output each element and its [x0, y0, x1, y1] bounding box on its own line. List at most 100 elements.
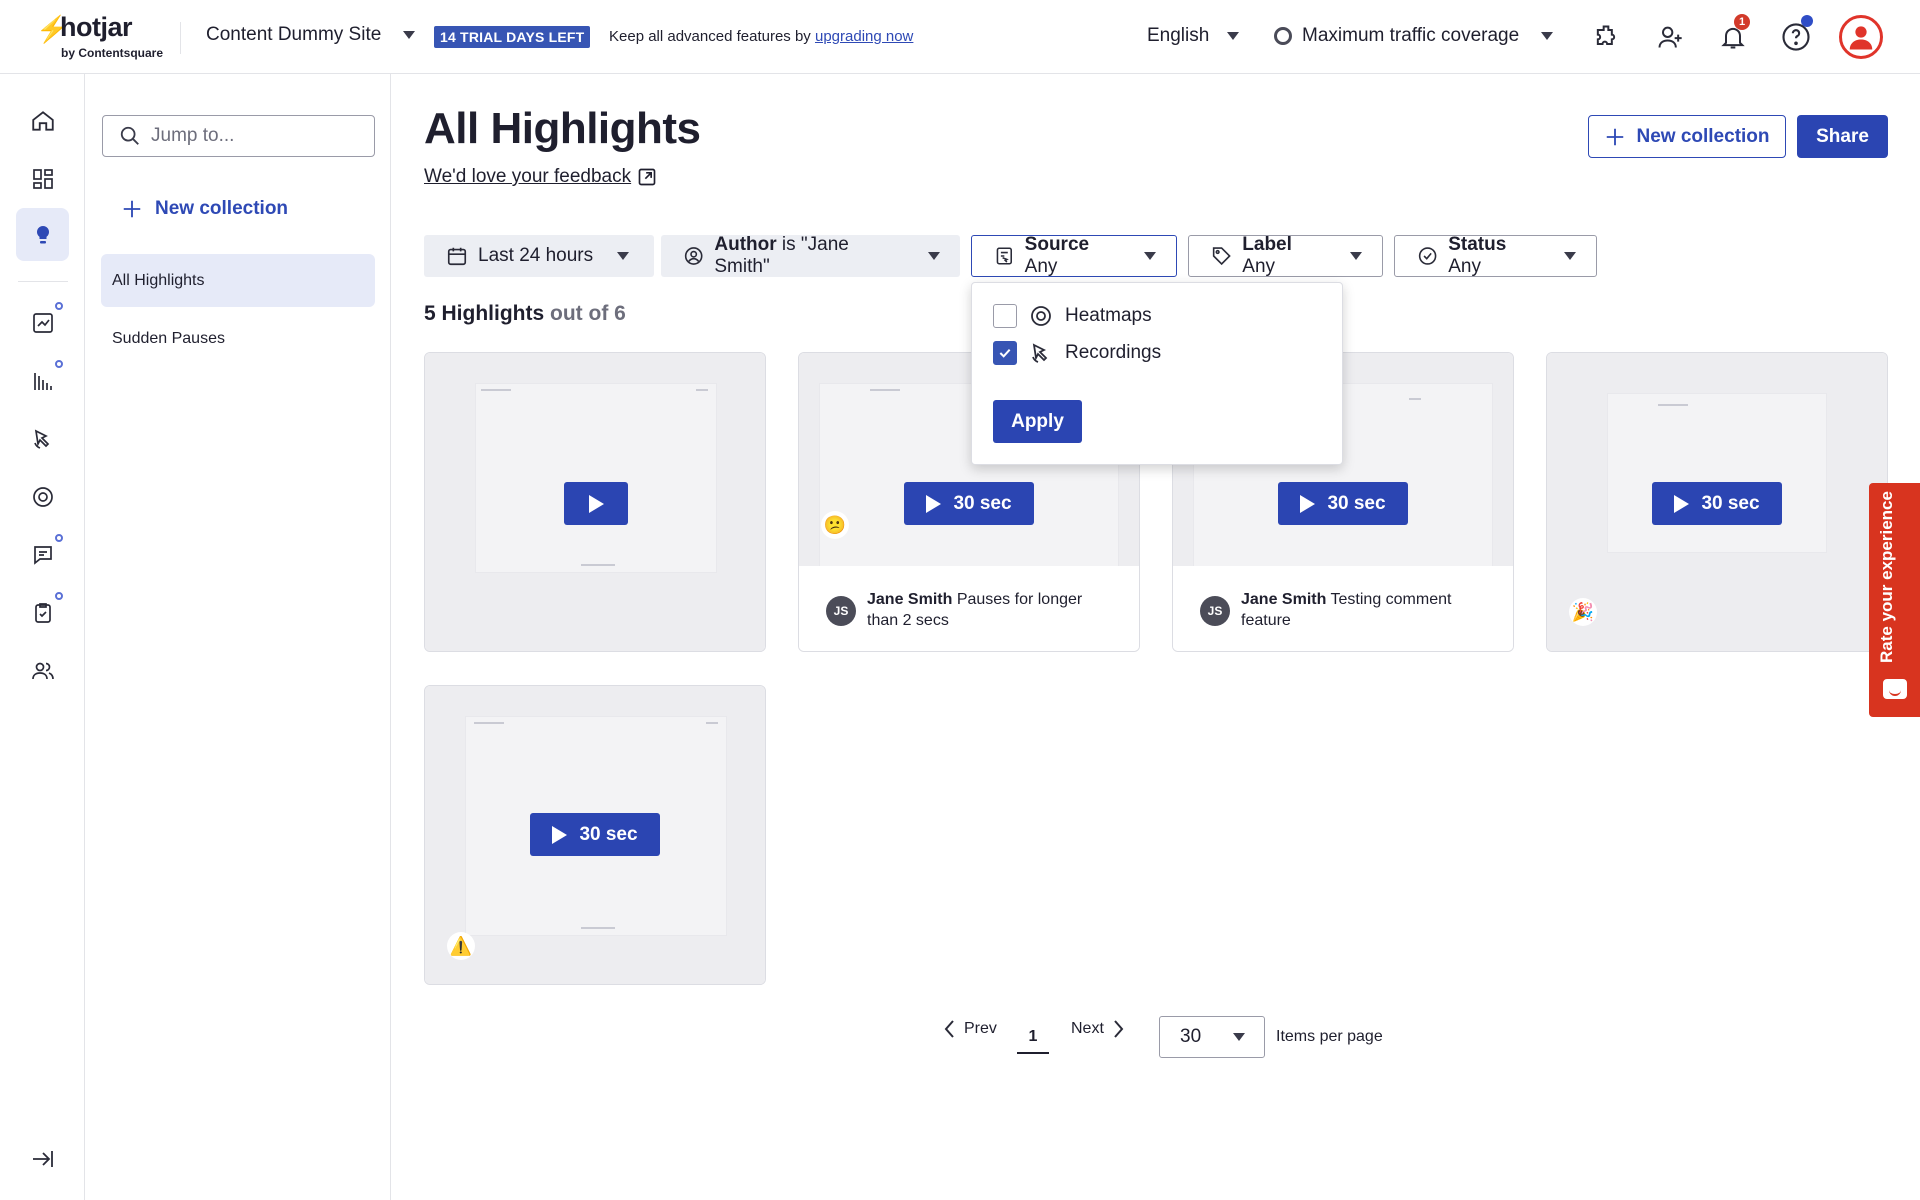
- play-button[interactable]: [564, 482, 628, 525]
- highlight-card[interactable]: [424, 352, 766, 652]
- trends-icon[interactable]: [16, 296, 69, 349]
- hotjar-logo[interactable]: ⚡ hotjar by Contentsquare: [36, 12, 176, 62]
- date-range-filter[interactable]: Last 24 hours: [424, 235, 654, 277]
- nav-separator: [18, 281, 68, 282]
- prev-label: Prev: [964, 1020, 997, 1037]
- funnels-icon[interactable]: [16, 354, 69, 407]
- author-avatar: JS: [1200, 596, 1230, 626]
- source-filter[interactable]: Source Any: [971, 234, 1177, 277]
- next-page-button[interactable]: Next: [1071, 1018, 1126, 1040]
- source-filter-value: Any: [1024, 256, 1058, 277]
- external-link-icon: [638, 168, 656, 186]
- duration-label: 30 sec: [1327, 492, 1386, 514]
- surveys-icon[interactable]: [16, 586, 69, 639]
- per-page-value: 30: [1180, 1026, 1202, 1047]
- source-filter-label: Source: [1024, 234, 1090, 255]
- upgrade-link[interactable]: upgrading now: [815, 28, 913, 45]
- play-button[interactable]: 30 sec: [1278, 482, 1408, 525]
- heatmaps-checkbox[interactable]: [993, 304, 1017, 328]
- author-filter-label: Author: [714, 234, 777, 255]
- collection-all-highlights[interactable]: All Highlights: [101, 254, 375, 307]
- thumbnail-text-line: [696, 389, 708, 391]
- author-filter[interactable]: Author is "Jane Smith": [661, 234, 960, 277]
- collection-sudden-pauses[interactable]: Sudden Pauses: [101, 312, 375, 365]
- notifications-bell-icon[interactable]: 1: [1716, 14, 1750, 54]
- calendar-icon: [447, 247, 467, 266]
- duration-label: 30 sec: [953, 492, 1012, 514]
- user-avatar[interactable]: [1839, 15, 1883, 59]
- home-icon[interactable]: [16, 94, 69, 147]
- duration-label: 30 sec: [1701, 492, 1760, 514]
- new-collection-label: New collection: [155, 198, 289, 219]
- rate-experience-label: Rate your experience: [1877, 491, 1896, 663]
- highlight-card[interactable]: 30 sec 🎉: [1546, 352, 1888, 652]
- highlight-card[interactable]: 30 sec ⚠️: [424, 685, 766, 985]
- label-filter-value: Any: [1242, 256, 1276, 277]
- thumbnail-text-line: [1409, 398, 1421, 400]
- highlights-count-total: out of 6: [550, 302, 626, 325]
- recording-thumbnail: 30 sec ⚠️: [425, 686, 765, 984]
- collapse-sidebar-icon[interactable]: [30, 1148, 56, 1170]
- chevron-left-icon: [944, 1020, 954, 1038]
- play-icon: [1674, 494, 1690, 513]
- share-button[interactable]: Share: [1797, 115, 1888, 158]
- language-selector[interactable]: English: [1147, 25, 1240, 47]
- logo-byline: by Contentsquare: [61, 46, 164, 60]
- author-avatar: JS: [826, 596, 856, 626]
- source-option-recordings[interactable]: Recordings: [993, 341, 1161, 365]
- sidebar-new-collection-button[interactable]: New collection: [121, 198, 288, 220]
- new-feature-dot: [55, 302, 63, 310]
- next-label: Next: [1071, 1020, 1104, 1037]
- traffic-coverage-selector[interactable]: Maximum traffic coverage: [1274, 25, 1554, 47]
- option-label: Heatmaps: [1065, 305, 1152, 326]
- chevron-right-icon: [1114, 1020, 1124, 1038]
- caret-down-icon: [1227, 32, 1240, 40]
- site-selector[interactable]: Content Dummy Site: [206, 24, 416, 46]
- status-filter-value: Any: [1448, 256, 1481, 277]
- recordings-checkbox[interactable]: [993, 341, 1017, 365]
- card-meta: JS Jane Smith Pauses for longer than 2 s…: [799, 566, 1139, 651]
- thumbnail-text-line: [870, 389, 900, 391]
- items-per-page-select[interactable]: 30: [1159, 1016, 1265, 1058]
- left-nav-rail: [0, 74, 85, 1200]
- help-icon[interactable]: [1779, 15, 1813, 54]
- interviews-icon[interactable]: [16, 644, 69, 697]
- invite-user-icon[interactable]: [1653, 20, 1687, 54]
- jump-to-search[interactable]: [102, 115, 375, 157]
- recordings-icon: [1032, 343, 1048, 363]
- play-button[interactable]: 30 sec: [904, 482, 1034, 525]
- rate-experience-tab[interactable]: Rate your experience: [1869, 483, 1920, 717]
- trial-badge: 14 TRIAL DAYS LEFT: [434, 26, 591, 48]
- highlights-icon[interactable]: [16, 208, 69, 261]
- play-button[interactable]: 30 sec: [530, 813, 660, 856]
- thumbnail-text-line: [481, 389, 511, 391]
- new-collection-button[interactable]: New collection: [1588, 115, 1786, 158]
- play-icon: [1300, 494, 1316, 513]
- topbar-divider: [180, 22, 181, 54]
- current-page[interactable]: 1: [1017, 1018, 1049, 1054]
- search-icon: [120, 126, 139, 145]
- help-indicator-dot: [1801, 15, 1813, 27]
- recordings-icon[interactable]: [16, 412, 69, 465]
- dashboard-icon[interactable]: [16, 152, 69, 205]
- author-name: Jane Smith: [867, 591, 953, 608]
- label-filter[interactable]: Label Any: [1188, 234, 1383, 277]
- play-button[interactable]: 30 sec: [1652, 482, 1782, 525]
- plus-icon: [123, 200, 141, 218]
- heatmaps-icon[interactable]: [16, 470, 69, 523]
- new-feature-dot: [55, 592, 63, 600]
- logo-wordmark: hotjar: [60, 12, 133, 42]
- feedback-link[interactable]: We'd love your feedback: [424, 166, 657, 188]
- card-meta: JS Jane Smith Testing comment feature: [1173, 566, 1513, 651]
- apply-button[interactable]: Apply: [993, 400, 1082, 443]
- card-description: Jane Smith Testing comment feature: [1241, 589, 1481, 631]
- heatmaps-icon: [1031, 306, 1051, 326]
- thumbnail-text-line: [581, 564, 615, 566]
- trial-text: Keep all advanced features by: [609, 28, 815, 45]
- prev-page-button[interactable]: Prev: [942, 1018, 997, 1040]
- source-option-heatmaps[interactable]: Heatmaps: [993, 304, 1152, 328]
- feedback-icon[interactable]: [16, 528, 69, 581]
- integrations-icon[interactable]: [1589, 20, 1623, 54]
- jump-to-input[interactable]: [151, 125, 351, 147]
- status-filter[interactable]: Status Any: [1394, 234, 1597, 277]
